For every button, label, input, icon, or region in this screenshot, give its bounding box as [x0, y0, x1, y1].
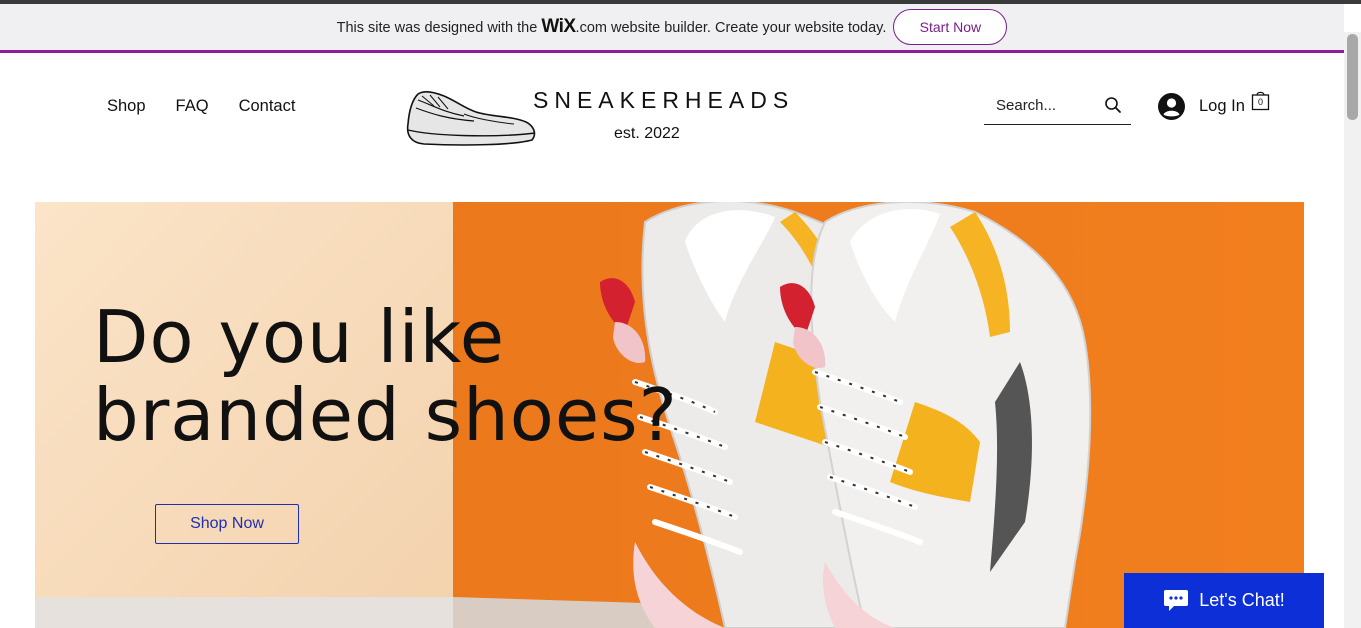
page-scrollbar[interactable] — [1344, 32, 1361, 628]
brand-name[interactable]: SNEAKERHEADS — [533, 87, 794, 114]
login-label: Log In — [1199, 97, 1245, 115]
wix-banner-text: This site was designed with the WiX.com … — [337, 16, 887, 38]
nav-item-faq[interactable]: FAQ — [176, 97, 209, 116]
hero-title-line-2: branded shoes? — [93, 373, 678, 457]
login-button[interactable]: Log In — [1158, 93, 1245, 120]
search-box[interactable] — [984, 88, 1131, 125]
nav-item-shop[interactable]: Shop — [107, 97, 146, 116]
cart-count: 0 — [1257, 97, 1263, 107]
chat-widget-button[interactable]: Let's Chat! — [1124, 573, 1324, 628]
wix-ad-banner: This site was designed with the WiX.com … — [0, 4, 1344, 50]
nav-item-contact[interactable]: Contact — [239, 97, 296, 116]
chat-bubble-icon — [1164, 589, 1189, 611]
brand-tagline: est. 2022 — [614, 125, 680, 142]
wix-banner-text-after: website builder. Create your website tod… — [606, 20, 887, 36]
search-input[interactable] — [996, 93, 1096, 117]
shop-now-button[interactable]: Shop Now — [155, 504, 299, 544]
wix-logo-suffix: .com — [575, 20, 607, 36]
main-nav: Shop FAQ Contact — [107, 97, 295, 116]
start-now-button[interactable]: Start Now — [893, 9, 1008, 45]
search-icon[interactable] — [1104, 96, 1122, 114]
cart-button[interactable]: 0 — [1251, 90, 1270, 111]
wix-banner-text-before: This site was designed with the — [336, 20, 542, 36]
user-avatar-icon — [1158, 93, 1185, 120]
hero-banner: Do you like branded shoes? Shop Now — [35, 202, 1304, 628]
hero-title-line-1: Do you like — [93, 295, 505, 379]
hero-title: Do you like branded shoes? — [93, 298, 678, 454]
chat-label: Let's Chat! — [1199, 590, 1285, 610]
sneaker-logo-icon[interactable] — [404, 86, 540, 148]
wix-banner-border — [0, 50, 1344, 53]
scrollbar-thumb[interactable] — [1347, 34, 1358, 120]
wix-logo: WiX — [541, 16, 576, 37]
